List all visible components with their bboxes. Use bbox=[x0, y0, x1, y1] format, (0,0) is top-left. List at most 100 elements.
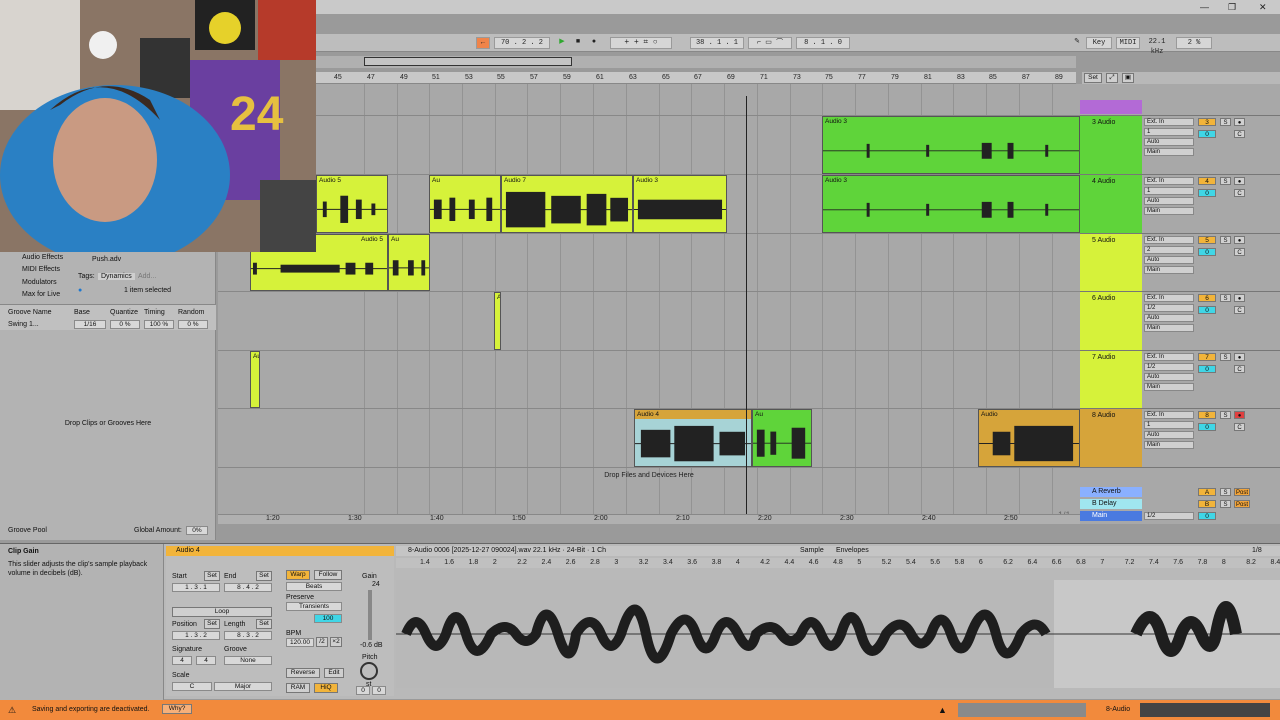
volume-field[interactable]: 0 bbox=[1198, 130, 1216, 138]
follow-icon[interactable]: ← bbox=[476, 37, 490, 49]
clip-name[interactable]: Audio 4 bbox=[176, 547, 200, 554]
arrangement-overview[interactable] bbox=[316, 56, 1076, 68]
mini-waveform[interactable] bbox=[958, 703, 1086, 717]
post-button[interactable]: Post bbox=[1234, 500, 1250, 508]
ram-button[interactable]: RAM bbox=[286, 683, 310, 693]
groove-select[interactable]: None bbox=[224, 656, 272, 665]
tab-sample[interactable]: Sample bbox=[800, 547, 824, 554]
scale-root-select[interactable]: C bbox=[172, 682, 212, 691]
tag-chip[interactable]: Dynamics bbox=[98, 273, 135, 280]
pan-field[interactable]: C bbox=[1234, 365, 1245, 373]
solo-button[interactable]: S bbox=[1220, 236, 1231, 244]
track-lane-3[interactable]: Audio 3 bbox=[218, 116, 1080, 175]
position-set-button[interactable]: Set bbox=[204, 619, 220, 629]
track-activator[interactable]: 6 bbox=[1198, 294, 1216, 302]
arm-button[interactable]: ● bbox=[1234, 177, 1245, 185]
track-name[interactable]: 6 Audio bbox=[1080, 292, 1142, 350]
input-channel-select[interactable]: 1 bbox=[1144, 128, 1194, 136]
arm-button[interactable]: ● bbox=[1234, 294, 1245, 302]
beat-ruler[interactable]: 45 47 49 51 53 55 57 59 61 63 65 67 69 7… bbox=[316, 72, 1076, 84]
half-tempo-button[interactable]: /2 bbox=[316, 637, 328, 647]
main-output-select[interactable]: 1/2 bbox=[1144, 512, 1194, 520]
loop-button[interactable]: Loop bbox=[172, 607, 272, 617]
signature-denominator[interactable]: 4 bbox=[196, 656, 216, 665]
audio-clip[interactable]: Au bbox=[250, 351, 260, 408]
track-activator[interactable]: A bbox=[1198, 488, 1216, 496]
pan-field[interactable]: C bbox=[1234, 130, 1245, 138]
input-type-select[interactable]: Ext. In bbox=[1144, 353, 1194, 361]
stop-icon[interactable]: ■ bbox=[572, 37, 584, 49]
key-map-button[interactable]: Key bbox=[1086, 37, 1112, 49]
track-lane-top[interactable] bbox=[218, 84, 1080, 116]
detune-field[interactable]: 0 bbox=[372, 686, 386, 695]
track-header-8[interactable]: 8 Audio Ext. In 1 Auto Main 8 0 S ● C bbox=[1080, 409, 1280, 468]
start-field[interactable]: 1 . 3 . 1 bbox=[172, 583, 220, 592]
track-activator[interactable]: 4 bbox=[1198, 177, 1216, 185]
drop-files-area[interactable]: Drop Files and Devices Here bbox=[218, 468, 1080, 484]
loop-length-field[interactable]: 8 . 1 . 0 bbox=[796, 37, 850, 49]
audio-clip[interactable]: Audio 3 bbox=[822, 175, 1080, 233]
browser-file[interactable]: Push.adv bbox=[92, 256, 121, 263]
midi-map-button[interactable]: MIDI bbox=[1116, 37, 1140, 49]
reverse-button[interactable]: Reverse bbox=[286, 668, 320, 678]
track-lane-6[interactable]: A bbox=[218, 292, 1080, 351]
input-channel-select[interactable]: 1 bbox=[1144, 187, 1194, 195]
end-set-button[interactable]: Set bbox=[256, 571, 272, 581]
tag-add[interactable]: Add... bbox=[138, 273, 156, 280]
hiq-button[interactable]: HiQ bbox=[314, 683, 338, 693]
track-header-3[interactable]: 3 Audio Ext. In 1 Auto Main 3 0 S ● C bbox=[1080, 116, 1280, 175]
close-icon[interactable]: ✕ bbox=[1259, 2, 1267, 13]
arm-button-active[interactable]: ● bbox=[1234, 411, 1245, 419]
warp-button[interactable]: Warp bbox=[286, 570, 310, 580]
browser-item-midi-effects[interactable]: MIDI Effects bbox=[22, 266, 60, 273]
pitch-knob[interactable] bbox=[360, 662, 378, 680]
signature-numerator[interactable]: 4 bbox=[172, 656, 192, 665]
output-select[interactable]: Main bbox=[1144, 148, 1194, 156]
sample-beat-ruler[interactable]: 1.4 1.6 1.8 2 2.2 2.4 2.6 2.8 3 3.2 3.4 3.6 3.8 4 4.2 4… bbox=[396, 558, 1280, 568]
return-track-a[interactable]: A Reverb A S Post bbox=[1080, 487, 1280, 499]
length-field[interactable]: 8 . 3 . 2 bbox=[224, 631, 272, 640]
tempo-nudge-field[interactable]: 70 . 2 . 2 bbox=[494, 37, 550, 49]
minimize-icon[interactable]: — bbox=[1200, 2, 1209, 12]
bpm-field[interactable]: 120.00 bbox=[286, 638, 314, 647]
input-type-select[interactable]: Ext. In bbox=[1144, 411, 1194, 419]
solo-button[interactable]: S bbox=[1220, 118, 1231, 126]
base-select[interactable]: 1/16 bbox=[74, 320, 106, 329]
gain-slider[interactable] bbox=[368, 590, 372, 640]
volume-field[interactable]: 0 bbox=[1198, 189, 1216, 197]
pan-field[interactable]: C bbox=[1234, 189, 1245, 197]
track-lane-8[interactable]: Audio 4 Au Audio bbox=[218, 409, 1080, 468]
return-track-b[interactable]: B Delay B S Post bbox=[1080, 499, 1280, 511]
output-select[interactable]: Main bbox=[1144, 441, 1194, 449]
track-lane-7[interactable]: Au bbox=[218, 351, 1080, 409]
restore-icon[interactable]: ❐ bbox=[1228, 2, 1236, 13]
start-set-button[interactable]: Set bbox=[204, 571, 220, 581]
audio-clip[interactable]: Audio bbox=[978, 409, 1080, 467]
timing-field[interactable]: 100 % bbox=[144, 320, 174, 329]
loop-switch-icons[interactable]: ⌐ ▭ ⌒ bbox=[748, 37, 792, 49]
track-name[interactable]: Main bbox=[1080, 511, 1142, 521]
track-activator[interactable]: 3 bbox=[1198, 118, 1216, 126]
audio-clip-selected[interactable]: Audio 4 bbox=[634, 409, 752, 467]
arrangement-view[interactable]: Audio 3 Audio 5 Au Audio 7 Audio 3 Audio… bbox=[218, 84, 1080, 524]
volume-field[interactable]: 0 bbox=[1198, 365, 1216, 373]
preserve-select[interactable]: Transients bbox=[286, 602, 342, 611]
main-track[interactable]: Main 1/2 0 bbox=[1080, 511, 1280, 523]
input-type-select[interactable]: Ext. In bbox=[1144, 236, 1194, 244]
volume-field[interactable]: 0 bbox=[1198, 306, 1216, 314]
track-header-4[interactable]: 4 Audio Ext. In 1 Auto Main 4 0 S ● C bbox=[1080, 175, 1280, 234]
expand-icon[interactable]: ⤢ bbox=[1106, 73, 1118, 83]
browser-item-audio-effects[interactable]: Audio Effects bbox=[22, 254, 63, 261]
track-lane-4[interactable]: Audio 5 Au Audio 7 Audio 3 Audio 3 bbox=[218, 175, 1080, 234]
arm-button[interactable]: ● bbox=[1234, 353, 1245, 361]
arm-button[interactable]: ● bbox=[1234, 236, 1245, 244]
solo-button[interactable]: S bbox=[1220, 411, 1231, 419]
audio-clip[interactable]: Au bbox=[388, 234, 430, 291]
audio-clip[interactable]: Audio 5 bbox=[316, 175, 388, 233]
track-name[interactable]: A Reverb bbox=[1080, 487, 1142, 497]
solo-button[interactable]: S bbox=[1220, 294, 1231, 302]
track-name[interactable]: 8 Audio bbox=[1080, 409, 1142, 467]
post-button[interactable]: Post bbox=[1234, 488, 1250, 496]
input-channel-select[interactable]: 1/2 bbox=[1144, 304, 1194, 312]
time-ruler[interactable]: 1:20 1:30 1:40 1:50 2:00 2:10 2:20 2:30 … bbox=[218, 514, 1080, 524]
